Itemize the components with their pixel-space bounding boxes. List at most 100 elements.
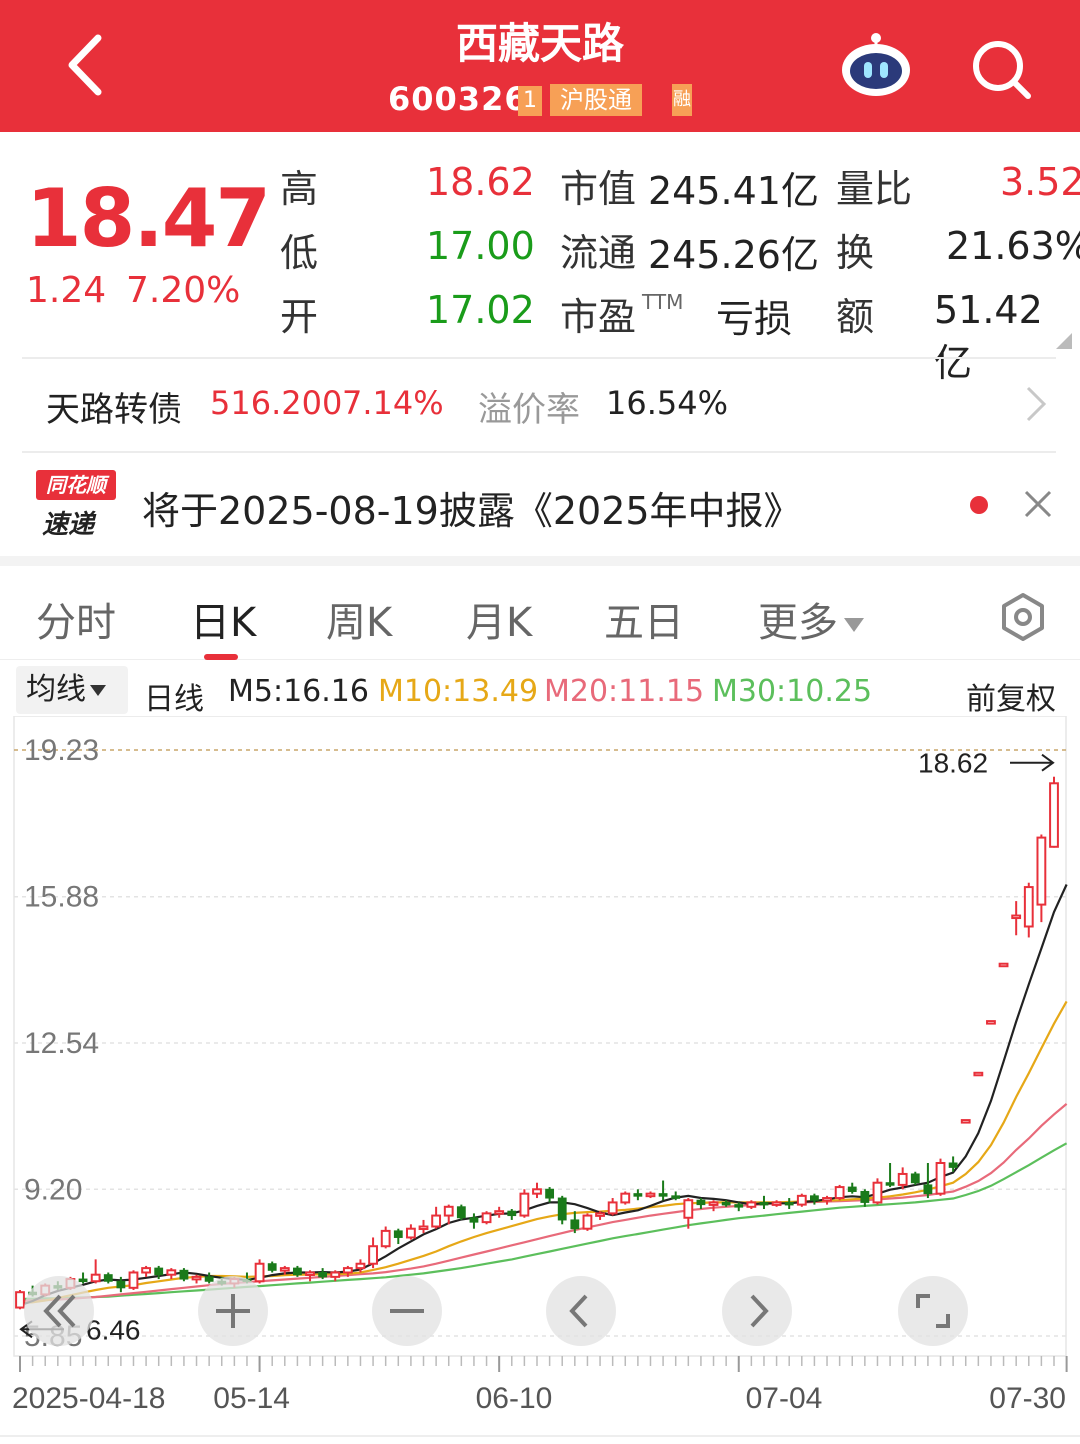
prev-button[interactable]	[546, 1276, 616, 1346]
candle-body	[116, 1280, 126, 1289]
stock-name: 西藏天路	[455, 19, 624, 68]
amount-label: 额	[836, 295, 875, 339]
pe-ttm-sup: TTM	[642, 290, 684, 314]
robot-icon	[842, 33, 910, 96]
search-button[interactable]	[968, 36, 1034, 102]
connect-badge[interactable]: 沪股通	[550, 84, 642, 116]
candle-body	[885, 1182, 895, 1186]
candle-body	[746, 1201, 757, 1208]
section-gap	[0, 556, 1080, 566]
active-tab-indicator	[204, 654, 238, 660]
ma-line-m10	[19, 1000, 1068, 1305]
candle-body	[330, 1271, 341, 1278]
candle-body	[734, 1204, 744, 1208]
fullscreen-icon	[916, 1294, 950, 1328]
logo-bottom-text: 速递	[42, 510, 95, 540]
candle-body	[154, 1267, 164, 1276]
candle-body	[620, 1192, 631, 1204]
ai-assistant-button[interactable]	[838, 30, 914, 100]
candle-body	[1049, 782, 1059, 848]
candle-body	[595, 1212, 605, 1217]
y-tick-label: 12.54	[24, 1027, 99, 1060]
search-icon	[973, 41, 1031, 99]
chevron-right-icon	[1026, 386, 1047, 422]
candle-body	[607, 1201, 618, 1215]
candle-body	[696, 1199, 706, 1206]
candle-body	[405, 1227, 416, 1239]
minus-icon	[390, 1309, 424, 1313]
divider	[22, 451, 1056, 453]
chart-settings-button[interactable]	[998, 592, 1048, 642]
x-tick-label: 05-14	[213, 1382, 290, 1415]
unread-dot	[970, 496, 988, 514]
candle-body	[923, 1184, 933, 1195]
candle-body	[1011, 914, 1022, 920]
tab-weekly-k[interactable]: 周K	[326, 590, 392, 648]
turnover-value: 21.63%	[946, 224, 1080, 268]
dropdown-arrow-icon	[90, 685, 106, 696]
expand-indicator-icon[interactable]	[1056, 333, 1072, 349]
tab-more[interactable]: 更多	[758, 590, 864, 648]
volratio-value: 3.52	[1000, 160, 1080, 204]
candle-body	[683, 1199, 694, 1219]
zoom-out-button[interactable]	[372, 1276, 442, 1346]
tab-daily-k[interactable]: 日K	[190, 590, 256, 648]
scroll-left-button[interactable]	[24, 1276, 94, 1346]
x-tick-label: 07-30	[989, 1382, 1066, 1415]
double-chevron-left-icon	[43, 1294, 76, 1328]
candle-body	[973, 1071, 984, 1077]
tab-five-day[interactable]: 五日	[604, 590, 684, 648]
chevron-left-icon	[569, 1294, 588, 1328]
candle-body	[166, 1269, 177, 1276]
candle-body	[15, 1291, 25, 1309]
fullscreen-button[interactable]	[898, 1276, 968, 1346]
volratio-label: 量比	[836, 167, 913, 211]
premium-value: 16.54%	[606, 384, 729, 422]
chart-period-tabs: 分时 日K 周K 月K 五日 更多	[0, 566, 1080, 660]
candle-body	[532, 1188, 542, 1195]
candle-body	[570, 1219, 580, 1230]
logo-top-text: 同花顺	[36, 470, 116, 500]
candle-body	[519, 1192, 530, 1217]
candle-body	[796, 1194, 807, 1206]
adjust-mode[interactable]: 前复权	[966, 674, 1056, 718]
float-label: 流通	[560, 231, 637, 275]
bond-change-pct: 7.14%	[342, 384, 444, 422]
candle-body	[507, 1210, 517, 1217]
kline-chart[interactable]: 19.2315.8812.549.205.8518.626.462025-04-…	[0, 716, 1080, 1444]
candle-body	[393, 1230, 403, 1238]
next-button[interactable]	[722, 1276, 792, 1346]
close-icon[interactable]	[1018, 484, 1058, 524]
report-notice[interactable]: 同花顺 速递 将于2025-08-19披露《2025年中报》	[0, 454, 1080, 554]
candle-body	[418, 1225, 429, 1231]
candle-body	[545, 1188, 555, 1199]
plus-icon	[216, 1294, 250, 1328]
y-tick-label: 19.23	[24, 734, 99, 767]
candle-body	[469, 1217, 479, 1223]
x-tick-label: 2025-04-18	[12, 1382, 165, 1415]
candle-body	[872, 1181, 883, 1204]
candle-body	[267, 1263, 277, 1271]
tab-monthly-k[interactable]: 月K	[466, 590, 532, 648]
x-tick-label: 06-10	[476, 1382, 553, 1415]
candle-body	[582, 1214, 593, 1230]
y-tick-label: 9.20	[24, 1173, 82, 1206]
open-label: 开	[280, 295, 319, 339]
pe-value: 亏损	[716, 297, 793, 341]
margin-badge: 融	[672, 84, 692, 116]
mktcap-value: 245.41亿	[648, 169, 819, 213]
convertible-bond-row[interactable]: 天路转债 516.200 7.14% 溢价率 16.54%	[0, 362, 1080, 448]
indicator-dropdown[interactable]: 均线	[16, 666, 128, 714]
level-badge: 1	[518, 86, 542, 116]
candle-body	[948, 1162, 958, 1168]
open-value: 17.02	[426, 288, 535, 332]
ma-line-m5	[19, 884, 1068, 1307]
tab-intraday[interactable]: 分时	[36, 590, 116, 648]
zoom-in-button[interactable]	[198, 1276, 268, 1346]
x-tick-label: 07-04	[746, 1382, 823, 1415]
premium-label: 溢价率	[478, 390, 580, 430]
quote-panel: 18.47 1.24 7.20% 高 18.62 低 17.00 开 17.02…	[0, 132, 1080, 385]
notice-text: 将于2025-08-19披露《2025年中报》	[142, 489, 802, 533]
ma10-value: M10:13.49	[378, 674, 539, 709]
chevron-right-icon	[750, 1294, 769, 1328]
